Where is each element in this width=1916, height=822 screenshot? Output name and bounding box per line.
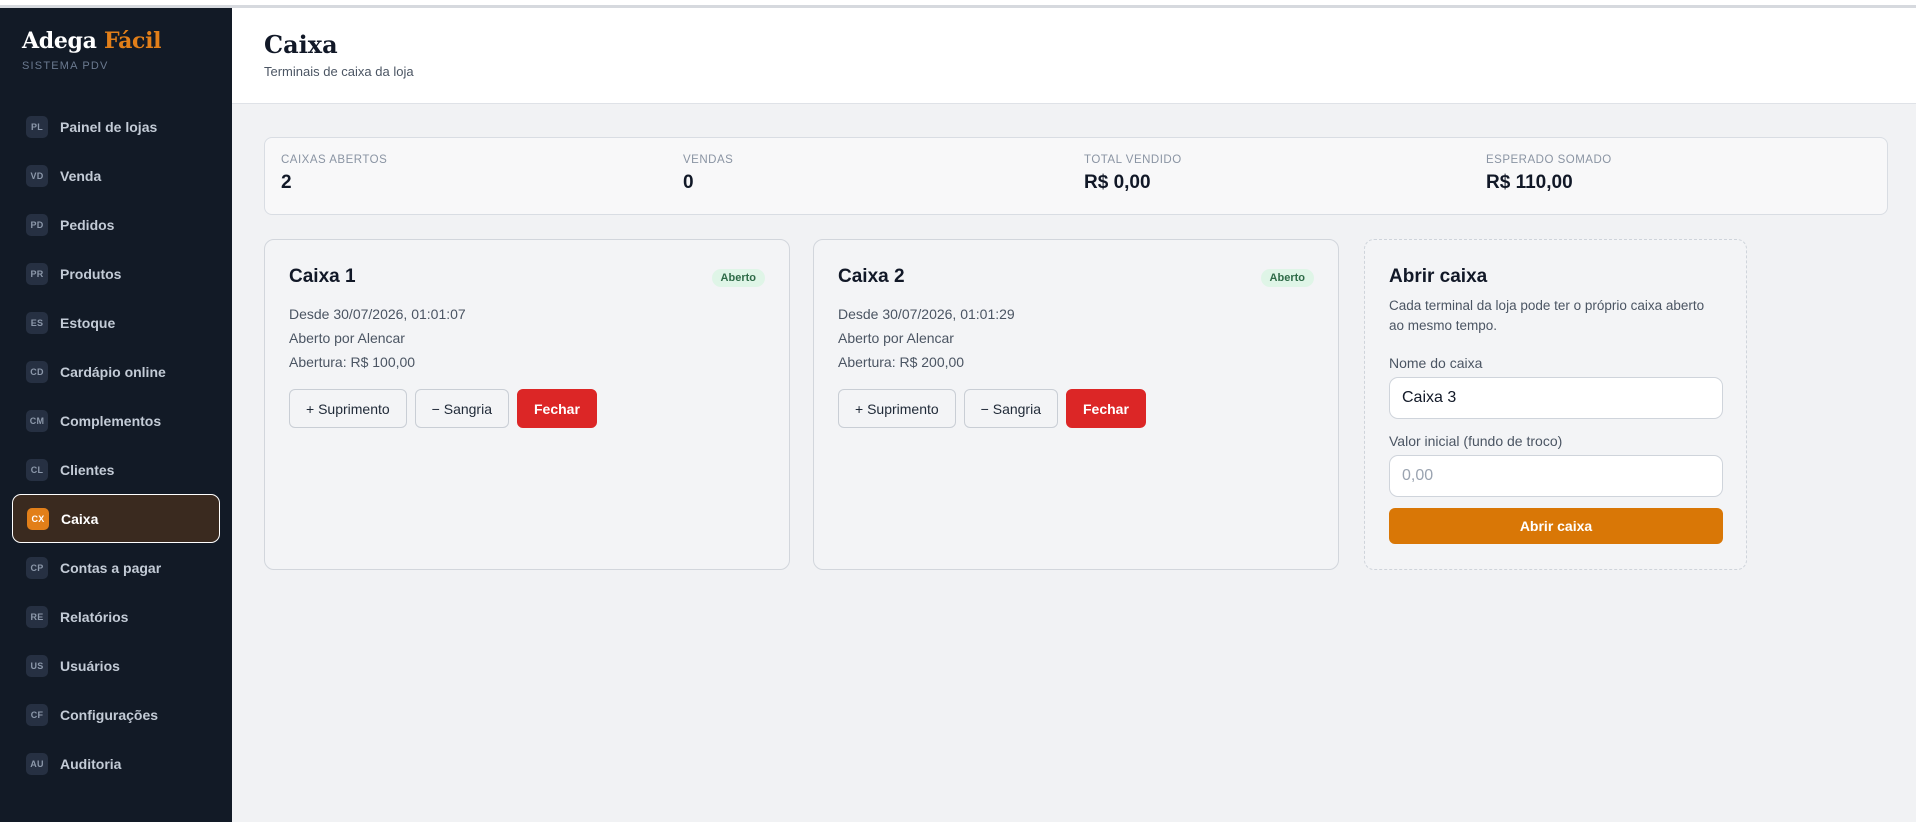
initial-value-input[interactable] (1389, 455, 1723, 497)
audit-icon: AU (26, 752, 48, 775)
summary-stats: CAIXAS ABERTOS 2 VENDAS 0 TOTAL VENDIDO … (264, 137, 1888, 215)
open-register-panel: Abrir caixa Cada terminal da loja pode t… (1364, 239, 1747, 570)
sidebar-item-label: Auditoria (60, 755, 122, 772)
stock-icon: ES (26, 311, 48, 334)
register-opening-amount: Abertura: R$ 200,00 (838, 354, 965, 370)
page-subtitle: Terminais de caixa da loja (264, 64, 414, 79)
sidebar-item-label: Caixa (61, 510, 99, 527)
users-icon: US (26, 654, 48, 677)
page-header: Caixa Terminais de caixa da loja (232, 8, 1916, 104)
sidebar-item-produtos[interactable]: PR Produtos (12, 249, 220, 298)
register-name-label: Nome do caixa (1389, 355, 1483, 371)
register-card-2: Caixa 2 Aberto Desde 30/07/2026, 01:01:2… (813, 239, 1339, 570)
cash-register-icon: CX (27, 507, 49, 530)
stat-total-sold: TOTAL VENDIDO R$ 0,00 (1084, 154, 1182, 194)
register-opened-by: Aberto por Alencar (289, 330, 405, 346)
withdraw-button[interactable]: − Sangria (414, 389, 509, 428)
reports-icon: RE (26, 605, 48, 628)
sidebar-item-painel-de-lojas[interactable]: PL Painel de lojas (12, 102, 220, 151)
sidebar-item-label: Pedidos (60, 216, 115, 233)
sidebar-item-label: Cardápio online (60, 363, 166, 380)
brand-logo: Adega Fácil SISTEMA PDV (22, 28, 162, 72)
stat-value: 0 (683, 172, 694, 193)
stat-value: 2 (281, 172, 292, 193)
orders-icon: PD (26, 213, 48, 236)
sidebar-item-label: Contas a pagar (60, 559, 162, 576)
register-name-input[interactable] (1389, 377, 1723, 419)
online-menu-icon: CD (26, 360, 48, 383)
sidebar-item-label: Relatórios (60, 608, 129, 625)
register-opened-by: Aberto por Alencar (838, 330, 954, 346)
open-register-title: Abrir caixa (1389, 266, 1488, 287)
sidebar-item-venda[interactable]: VD Venda (12, 151, 220, 200)
sidebar-nav: PL Painel de lojas VD Venda PD Pedidos P… (12, 102, 220, 788)
stat-sales: VENDAS 0 (683, 154, 733, 194)
sidebar-item-label: Painel de lojas (60, 118, 158, 135)
close-register-button[interactable]: Fechar (517, 389, 597, 428)
sidebar-item-clientes[interactable]: CL Clientes (12, 445, 220, 494)
sidebar-item-label: Produtos (60, 265, 122, 282)
register-actions: + Suprimento − Sangria Fechar (289, 389, 597, 428)
initial-value-label: Valor inicial (fundo de troco) (1389, 433, 1563, 449)
sidebar-item-cardapio-online[interactable]: CD Cardápio online (12, 347, 220, 396)
sidebar-item-label: Configurações (60, 706, 159, 723)
sidebar-item-label: Complementos (60, 412, 162, 429)
sidebar-item-label: Estoque (60, 314, 116, 331)
register-actions: + Suprimento − Sangria Fechar (838, 389, 1146, 428)
supply-button[interactable]: + Suprimento (838, 389, 956, 428)
register-card-1: Caixa 1 Aberto Desde 30/07/2026, 01:01:0… (264, 239, 790, 570)
brand-name: Adega Fácil (22, 28, 162, 54)
stat-label: CAIXAS ABERTOS (281, 154, 388, 166)
stat-label: TOTAL VENDIDO (1084, 154, 1182, 166)
register-opening-amount: Abertura: R$ 100,00 (289, 354, 416, 370)
open-register-description: Cada terminal da loja pode ter o próprio… (1389, 298, 1705, 333)
close-register-button[interactable]: Fechar (1066, 389, 1146, 428)
register-since: Desde 30/07/2026, 01:01:07 (289, 306, 466, 322)
register-since: Desde 30/07/2026, 01:01:29 (838, 306, 1015, 322)
register-title: Caixa 1 (289, 266, 356, 287)
settings-icon: CF (26, 703, 48, 726)
sidebar-item-estoque[interactable]: ES Estoque (12, 298, 220, 347)
addons-icon: CM (26, 409, 48, 432)
sidebar-item-label: Clientes (60, 461, 115, 478)
top-bar (0, 0, 1916, 8)
brand-name-main: Adega (22, 28, 97, 54)
register-title: Caixa 2 (838, 266, 905, 287)
store-panel-icon: PL (26, 115, 48, 138)
open-register-button[interactable]: Abrir caixa (1389, 508, 1723, 544)
sidebar-item-pedidos[interactable]: PD Pedidos (12, 200, 220, 249)
stat-value: R$ 0,00 (1084, 172, 1151, 193)
sidebar-item-contas-a-pagar[interactable]: CP Contas a pagar (12, 543, 220, 592)
sidebar-item-usuarios[interactable]: US Usuários (12, 641, 220, 690)
page-title: Caixa (264, 30, 338, 59)
brand-name-accent: Fácil (103, 28, 162, 54)
stat-open-registers: CAIXAS ABERTOS 2 (281, 154, 387, 194)
stat-label: VENDAS (683, 154, 734, 166)
sidebar-item-relatorios[interactable]: RE Relatórios (12, 592, 220, 641)
stat-value: R$ 110,00 (1486, 172, 1573, 193)
status-badge: Aberto (711, 269, 765, 287)
sidebar-item-complementos[interactable]: CM Complementos (12, 396, 220, 445)
brand-subtitle: SISTEMA PDV (22, 60, 109, 72)
sidebar: Adega Fácil SISTEMA PDV PL Painel de loj… (0, 8, 232, 822)
sidebar-item-auditoria[interactable]: AU Auditoria (12, 739, 220, 788)
clients-icon: CL (26, 458, 48, 481)
stat-label: ESPERADO SOMADO (1486, 154, 1612, 166)
sidebar-item-configuracoes[interactable]: CF Configurações (12, 690, 220, 739)
sidebar-item-caixa[interactable]: CX Caixa (12, 494, 220, 543)
supply-button[interactable]: + Suprimento (289, 389, 407, 428)
sidebar-item-label: Venda (60, 167, 102, 184)
stat-expected-sum: ESPERADO SOMADO R$ 110,00 (1486, 154, 1612, 194)
products-icon: PR (26, 262, 48, 285)
withdraw-button[interactable]: − Sangria (963, 389, 1058, 428)
sale-icon: VD (26, 164, 48, 187)
status-badge: Aberto (1260, 269, 1314, 287)
bills-icon: CP (26, 556, 48, 579)
sidebar-item-label: Usuários (60, 657, 120, 674)
